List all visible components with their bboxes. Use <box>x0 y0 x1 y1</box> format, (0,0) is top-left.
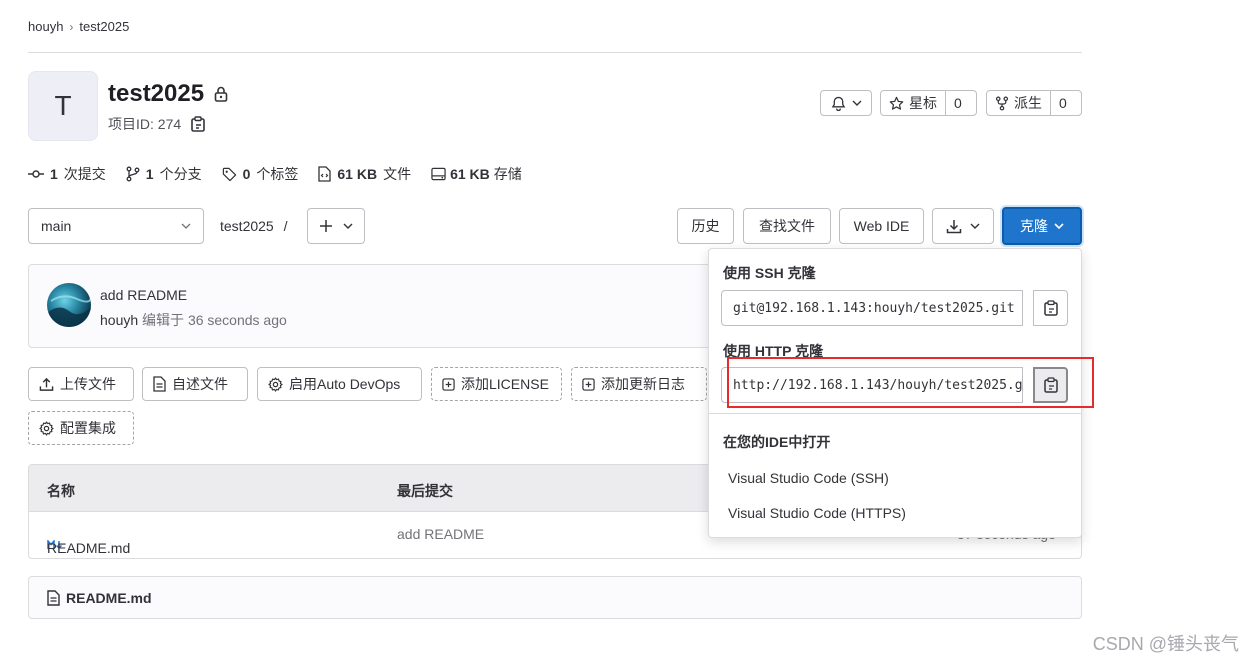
vscode-https-item[interactable]: Visual Studio Code (HTTPS) <box>728 505 906 521</box>
header-divider <box>28 52 1082 53</box>
notification-button[interactable] <box>820 90 872 116</box>
branch-selector[interactable]: main <box>28 208 204 244</box>
last-commit-panel: add README houyh 编辑于 36 seconds ago <box>28 264 728 348</box>
upload-icon <box>39 377 54 392</box>
stat-branches[interactable]: 1 个分支 <box>126 164 202 184</box>
add-changelog-button[interactable]: 添加更新日志 <box>571 367 707 401</box>
readme-header: README.md <box>28 576 1082 619</box>
star-icon <box>889 96 904 111</box>
fork-icon <box>995 96 1009 111</box>
commit-action: 编辑于 <box>142 312 185 328</box>
chevron-down-icon <box>852 100 862 106</box>
stat-tags[interactable]: 0 个标签 <box>222 164 298 184</box>
web-ide-button[interactable]: Web IDE <box>839 208 924 244</box>
branch-name: main <box>41 218 72 234</box>
commit-author[interactable]: houyh <box>100 312 138 328</box>
document-icon <box>47 589 60 606</box>
readme-button[interactable]: 自述文件 <box>142 367 248 401</box>
star-count: 0 <box>945 91 970 115</box>
commit-meta: houyh 编辑于 36 seconds ago <box>100 310 287 330</box>
file-code-icon <box>318 166 332 182</box>
breadcrumb-item-project[interactable]: test2025 <box>79 19 129 34</box>
path-separator: / <box>283 218 288 234</box>
gear-icon <box>39 420 54 436</box>
upload-file-button[interactable]: 上传文件 <box>28 367 134 401</box>
highlight-box <box>727 357 1094 408</box>
ssh-clone-label: 使用 SSH 克隆 <box>723 265 816 281</box>
chevron-down-icon <box>343 223 353 229</box>
download-button[interactable] <box>932 208 994 244</box>
page-title: test2025 <box>108 80 228 108</box>
ssh-url-input[interactable]: git@192.168.1.143:houyh/test2025.git <box>721 290 1023 326</box>
clone-button[interactable]: 克隆 <box>1002 207 1082 245</box>
dropdown-divider <box>709 413 1081 414</box>
vscode-ssh-item[interactable]: Visual Studio Code (SSH) <box>728 470 889 486</box>
enable-auto-devops-button[interactable]: 启用Auto DevOps <box>257 367 422 401</box>
chevron-right-icon: › <box>69 19 74 34</box>
history-button[interactable]: 历史 <box>677 208 734 244</box>
clone-label: 克隆 <box>1020 218 1048 234</box>
stat-files[interactable]: 61 KB 文件 <box>318 164 411 184</box>
chevron-down-icon <box>181 223 191 229</box>
open-in-ide-label: 在您的IDE中打开 <box>723 434 831 450</box>
gear-icon <box>268 376 283 392</box>
disk-icon <box>431 167 446 181</box>
commit-icon <box>28 169 44 179</box>
project-id-text: 项目ID: 274 <box>108 116 182 132</box>
plus-icon <box>319 219 333 233</box>
watermark: CSDN @锤头丧气 <box>1092 634 1239 654</box>
star-button[interactable]: 星标 0 <box>880 90 977 116</box>
breadcrumb-item-group[interactable]: houyh <box>28 19 63 34</box>
document-icon <box>153 376 166 392</box>
plus-square-icon <box>582 377 595 391</box>
project-name: test2025 <box>108 80 205 107</box>
download-icon <box>946 219 962 234</box>
tag-icon <box>222 167 237 182</box>
project-stats: 1 次提交 1 个分支 0 个标签 61 KB 文件 61 KB 存储 <box>28 164 522 184</box>
fork-button[interactable]: 派生 0 <box>986 90 1082 116</box>
project-id: 项目ID: 274 <box>108 114 205 134</box>
add-license-button[interactable]: 添加LICENSE <box>431 367 562 401</box>
file-commit-cell[interactable]: add README <box>397 526 484 542</box>
chevron-down-icon <box>1054 223 1064 229</box>
find-file-button[interactable]: 查找文件 <box>743 208 831 244</box>
column-last-commit: 最后提交 <box>397 483 453 499</box>
stat-commits[interactable]: 1 次提交 <box>28 164 106 184</box>
repo-path: test2025 / <box>220 218 288 234</box>
clipboard-icon <box>1043 300 1058 316</box>
fork-count: 0 <box>1050 91 1075 115</box>
branch-icon <box>126 166 140 182</box>
readme-title[interactable]: README.md <box>66 590 152 606</box>
commit-title[interactable]: add README <box>100 287 187 303</box>
avatar[interactable] <box>47 283 91 327</box>
lock-icon <box>214 86 228 102</box>
copy-ssh-url-button[interactable] <box>1033 290 1068 326</box>
stat-storage[interactable]: 61 KB 存储 <box>431 164 522 184</box>
plus-square-icon <box>442 377 455 391</box>
repo-path-root[interactable]: test2025 <box>220 218 274 234</box>
commit-time: 36 seconds ago <box>187 312 287 328</box>
star-label: 星标 <box>909 95 937 111</box>
breadcrumb: houyh › test2025 <box>28 19 129 34</box>
column-name: 名称 <box>47 483 75 499</box>
configure-integrations-button[interactable]: 配置集成 <box>28 411 134 445</box>
bell-icon <box>831 96 846 111</box>
project-avatar: T <box>28 71 98 141</box>
fork-label: 派生 <box>1014 95 1042 111</box>
chevron-down-icon <box>970 223 980 229</box>
add-dropdown-button[interactable] <box>307 208 365 244</box>
copy-id-icon[interactable] <box>191 116 205 132</box>
